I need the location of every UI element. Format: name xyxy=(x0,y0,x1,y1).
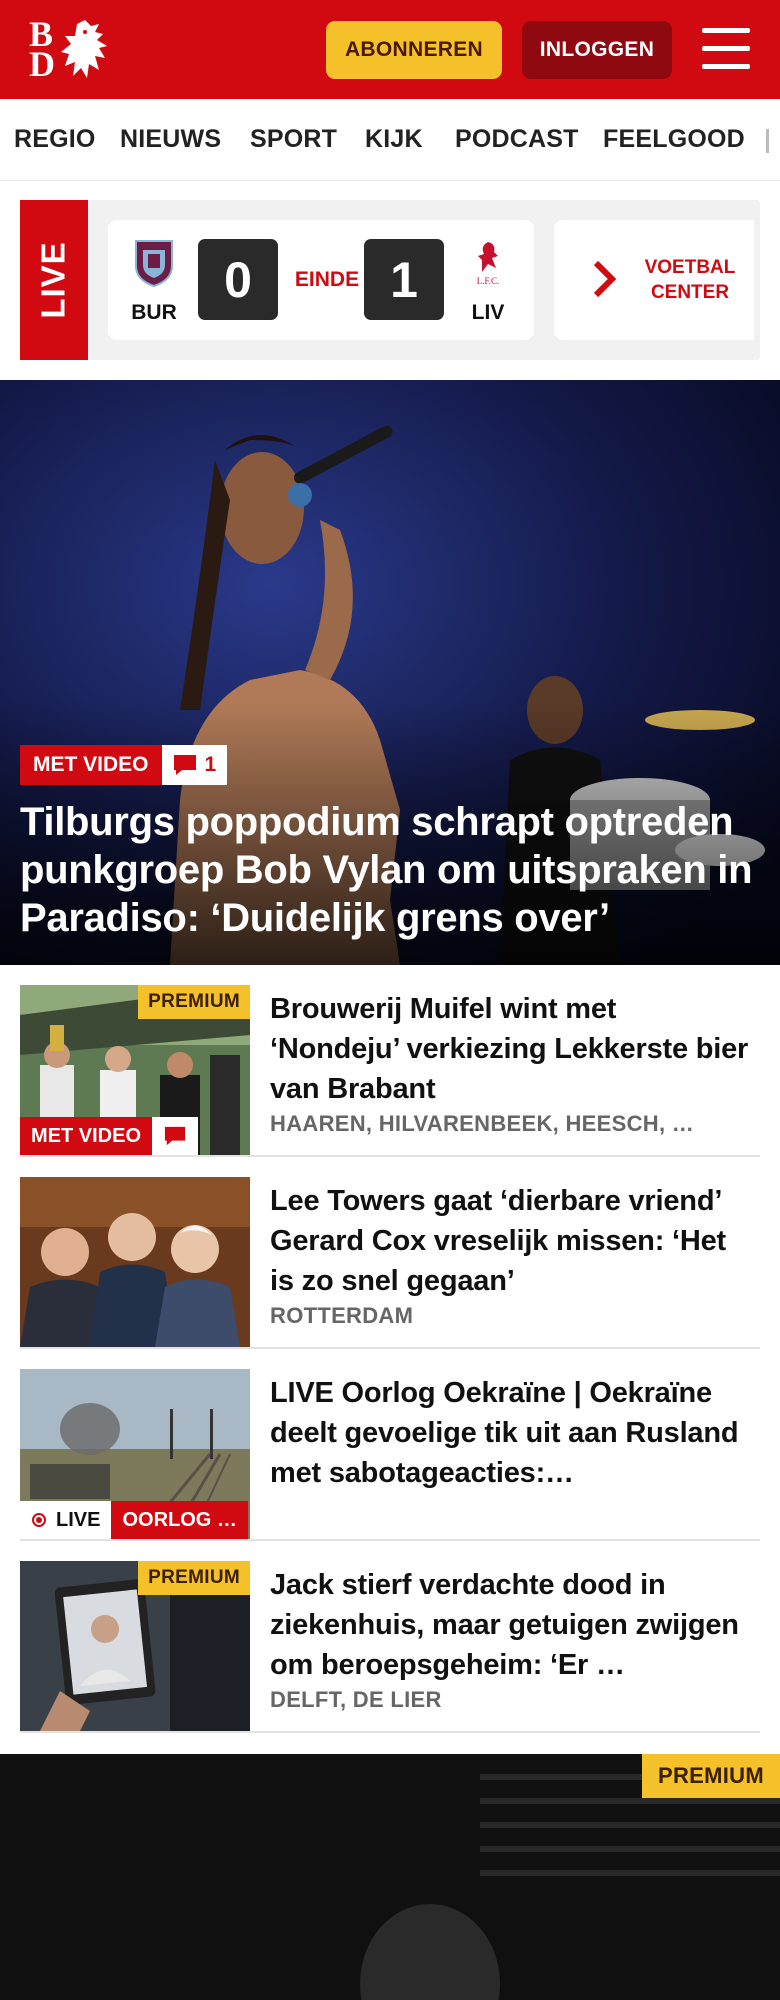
article-location: DELFT, DE LIER xyxy=(270,1687,442,1712)
nav-item-regio[interactable]: REGIO xyxy=(14,125,96,154)
nav-item-podcast[interactable]: PODCAST xyxy=(455,125,579,154)
section-nav: REGIO NIEUWS SPORT KIJK PODCAST FEELGOOD xyxy=(0,99,780,181)
article-title[interactable]: LIVE Oorlog Oekraïne | Oekraïne deelt ge… xyxy=(270,1373,750,1493)
article-location: HAAREN, HILVARENBEEK, HEESCH, … xyxy=(270,1111,695,1136)
login-button[interactable]: INLOGGEN xyxy=(522,21,672,79)
thumb-badges: LIVE OORLOG … xyxy=(20,1501,248,1539)
live-dot-icon xyxy=(32,1513,46,1527)
premium-badge: PREMIUM xyxy=(138,985,250,1019)
category-badge: OORLOG … xyxy=(111,1501,248,1539)
article-item[interactable]: PREMIUM MET VIDEO Brouwerij Muifel wint … xyxy=(20,985,760,1157)
hero-badges: MET VIDEO 1 xyxy=(20,745,228,785)
burnley-crest-icon xyxy=(135,240,173,288)
comment-badge[interactable]: 1 xyxy=(161,745,228,785)
nav-item-kijk[interactable]: KIJK xyxy=(365,125,423,154)
article-location: ROTTERDAM xyxy=(270,1303,414,1328)
article-thumbnail: PREMIUM MET VIDEO xyxy=(20,985,250,1155)
live-tag-label: LIVE xyxy=(35,241,73,319)
nav-item-sport[interactable]: SPORT xyxy=(250,125,337,154)
subscribe-button[interactable]: ABONNEREN xyxy=(326,21,502,79)
article-thumbnail: PREMIUM xyxy=(20,1561,250,1731)
hero-title[interactable]: Tilburgs poppodium schrapt optreden punk… xyxy=(20,798,765,942)
voetbal-center-line1: VOETBAL xyxy=(644,257,736,278)
site-header: B D ABONNEREN INLOGGEN xyxy=(0,0,780,99)
match-status: EINDE xyxy=(294,268,360,291)
bd-logo[interactable]: B D xyxy=(27,16,115,84)
voetbal-center-line2: CENTER xyxy=(650,282,730,303)
home-score: 0 xyxy=(198,239,278,320)
video-badge: MET VIDEO xyxy=(20,745,162,785)
live-tag: LIVE xyxy=(20,200,88,360)
away-club-abbr: LIV xyxy=(471,301,505,324)
comment-icon xyxy=(164,1126,186,1146)
lion-icon xyxy=(61,20,107,78)
live-badge-label: LIVE xyxy=(56,1508,101,1531)
article-title[interactable]: Brouwerij Muifel wint met ‘Nondeju’ verk… xyxy=(270,989,750,1109)
home-club-abbr: BUR xyxy=(131,301,177,324)
home-club: BUR xyxy=(124,238,184,325)
liverbird-crest-text: L.F.C. xyxy=(477,276,500,286)
article-item[interactable]: LIVE OORLOG … LIVE Oorlog Oekraïne | Oek… xyxy=(20,1369,760,1541)
hamburger-menu-icon[interactable] xyxy=(700,26,752,72)
article-thumbnail xyxy=(20,1177,250,1347)
article-title[interactable]: Lee Towers gaat ‘dierbare vriend’ Gerard… xyxy=(270,1181,750,1301)
comment-count: 1 xyxy=(204,753,217,776)
chevron-right-icon[interactable] xyxy=(592,259,617,304)
article-item[interactable]: PREMIUM Jack stierf verdachte dood in zi… xyxy=(20,1561,760,1733)
logo-letter-d: D xyxy=(29,44,55,84)
away-score: 1 xyxy=(364,239,444,320)
live-badge: LIVE xyxy=(20,1501,112,1539)
lee-towers-photo xyxy=(20,1177,250,1347)
nav-item-nieuws[interactable]: NIEUWS xyxy=(120,125,221,154)
away-club: L.F.C. LIV xyxy=(458,238,518,325)
match-card[interactable]: BUR 0 EINDE 1 L.F.C. LIV xyxy=(108,220,534,340)
article-title[interactable]: Jack stierf verdachte dood in ziekenhuis… xyxy=(270,1565,750,1685)
thumb-badges: MET VIDEO xyxy=(20,1117,199,1155)
article-item[interactable]: Lee Towers gaat ‘dierbare vriend’ Gerard… xyxy=(20,1177,760,1349)
premium-badge: PREMIUM xyxy=(138,1561,250,1595)
article-thumbnail: LIVE OORLOG … xyxy=(20,1369,250,1539)
comment-icon xyxy=(173,755,196,775)
premium-badge: PREMIUM xyxy=(642,1754,780,1798)
comment-badge xyxy=(152,1117,199,1155)
liverbird-crest-icon: L.F.C. xyxy=(477,242,500,286)
nav-overflow-hint xyxy=(766,129,769,153)
nav-item-feelgood[interactable]: FEELGOOD xyxy=(603,125,745,154)
voetbal-center-button[interactable]: VOETBAL CENTER xyxy=(640,220,740,340)
video-badge: MET VIDEO xyxy=(20,1117,153,1155)
